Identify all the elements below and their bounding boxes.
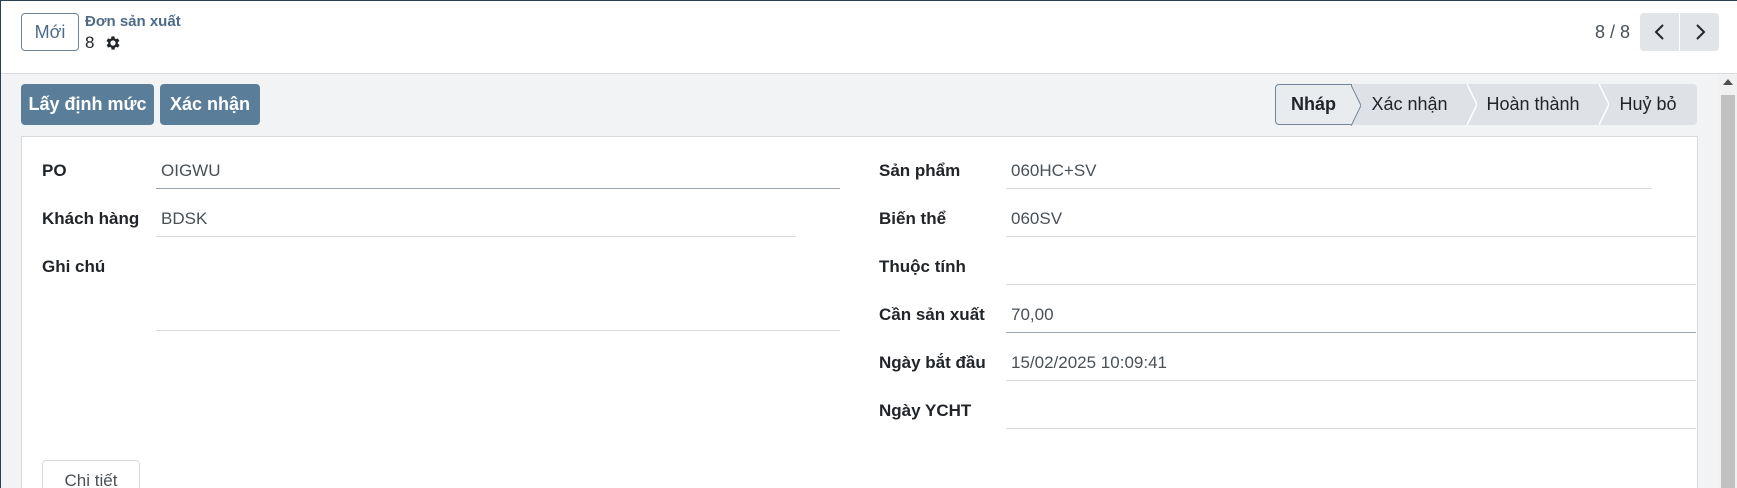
start-date-label: Ngày bắt đầu bbox=[879, 353, 986, 372]
pager-previous-button[interactable] bbox=[1640, 13, 1679, 51]
product-field[interactable]: 060HC+SV bbox=[1006, 155, 1652, 189]
stage-arrow bbox=[1467, 84, 1477, 125]
stage-confirmed[interactable]: Xác nhận bbox=[1352, 84, 1477, 125]
confirm-button[interactable]: Xác nhận bbox=[160, 84, 260, 125]
attribute-label: Thuộc tính bbox=[879, 257, 966, 276]
product-label: Sản phẩm bbox=[879, 161, 961, 180]
attribute-field[interactable] bbox=[1006, 251, 1696, 285]
po-field[interactable]: OIGWU bbox=[156, 155, 840, 189]
po-label: PO bbox=[42, 161, 67, 180]
record-id: 8 bbox=[85, 33, 95, 52]
stage-done[interactable]: Hoàn thành bbox=[1467, 84, 1609, 125]
control-panel: Mới Đơn sản xuất 8 8 / 8 bbox=[1, 1, 1737, 74]
gear-icon[interactable] bbox=[104, 34, 122, 52]
note-label: Ghi chú bbox=[42, 257, 106, 276]
get-norm-button[interactable]: Lấy định mức bbox=[21, 84, 154, 125]
stage-label: Huỷ bỏ bbox=[1619, 94, 1677, 114]
stage-pipeline: Nháp Xác nhận Hoàn thành Huỷ bỏ bbox=[1275, 84, 1697, 126]
stage-label: Xác nhận bbox=[1371, 94, 1448, 114]
detail-button[interactable]: Chi tiết bbox=[42, 460, 140, 488]
quantity-label: Cần sản xuất bbox=[879, 305, 985, 324]
variant-label: Biến thể bbox=[879, 209, 947, 228]
stage-label: Nháp bbox=[1291, 94, 1336, 114]
status-bar: Lấy định mức Xác nhận Nháp Xác nhận Hoàn… bbox=[20, 84, 1697, 126]
stage-cancelled[interactable]: Huỷ bỏ bbox=[1599, 84, 1697, 125]
scroll-up-arrow-icon[interactable] bbox=[1723, 79, 1733, 85]
breadcrumb-current: 8 bbox=[85, 33, 181, 53]
pager-value[interactable]: 8 / 8 bbox=[1595, 22, 1630, 43]
quantity-field[interactable]: 70,00 bbox=[1006, 299, 1696, 333]
variant-field[interactable]: 060SV bbox=[1006, 203, 1696, 237]
start-date-field[interactable]: 15/02/2025 10:09:41 bbox=[1006, 347, 1696, 381]
ycht-date-field[interactable] bbox=[1006, 395, 1696, 429]
new-button[interactable]: Mới bbox=[21, 13, 79, 51]
pager-next-button[interactable] bbox=[1680, 13, 1719, 51]
scrollbar[interactable] bbox=[1718, 75, 1737, 488]
customer-field[interactable]: BDSK bbox=[156, 203, 796, 237]
stage-draft[interactable]: Nháp bbox=[1275, 84, 1361, 126]
pager: 8 / 8 bbox=[1595, 13, 1719, 51]
chevron-right-icon bbox=[1695, 24, 1705, 40]
scroll-thumb[interactable] bbox=[1721, 95, 1735, 488]
form-sheet: PO OIGWU Khách hàng BDSK Ghi chú Sản phẩ… bbox=[21, 136, 1698, 488]
customer-label: Khách hàng bbox=[42, 209, 140, 228]
chevron-left-icon bbox=[1654, 24, 1664, 40]
note-field[interactable] bbox=[156, 251, 840, 331]
stage-label: Hoàn thành bbox=[1486, 94, 1580, 114]
stage-arrow bbox=[1351, 85, 1361, 126]
stage-arrow bbox=[1599, 84, 1609, 125]
breadcrumb-parent-link[interactable]: Đơn sản xuất bbox=[85, 13, 181, 31]
breadcrumb: Đơn sản xuất 8 bbox=[85, 13, 181, 53]
ycht-date-label: Ngày YCHT bbox=[879, 401, 972, 420]
